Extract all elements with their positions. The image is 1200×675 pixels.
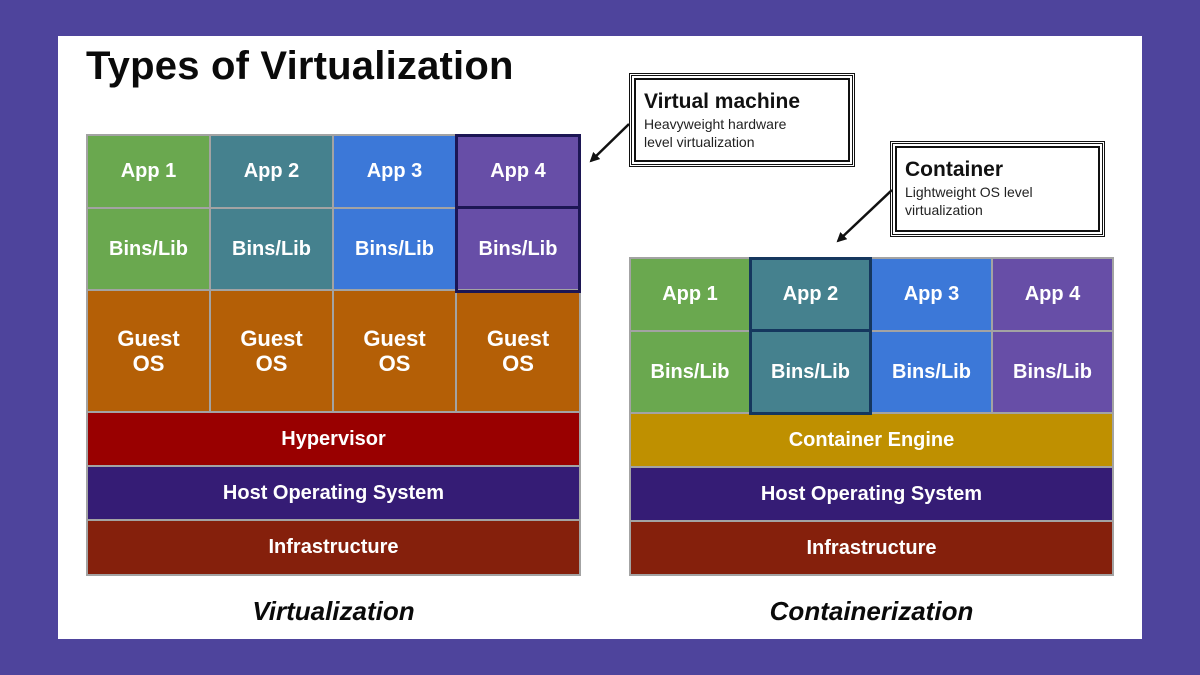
containerization-caption: Containerization bbox=[769, 596, 974, 626]
virtualization-caption: Virtualization bbox=[252, 596, 415, 626]
vm-arrow bbox=[589, 123, 630, 163]
callout-arrows bbox=[589, 123, 893, 243]
container-arrow bbox=[836, 189, 893, 243]
